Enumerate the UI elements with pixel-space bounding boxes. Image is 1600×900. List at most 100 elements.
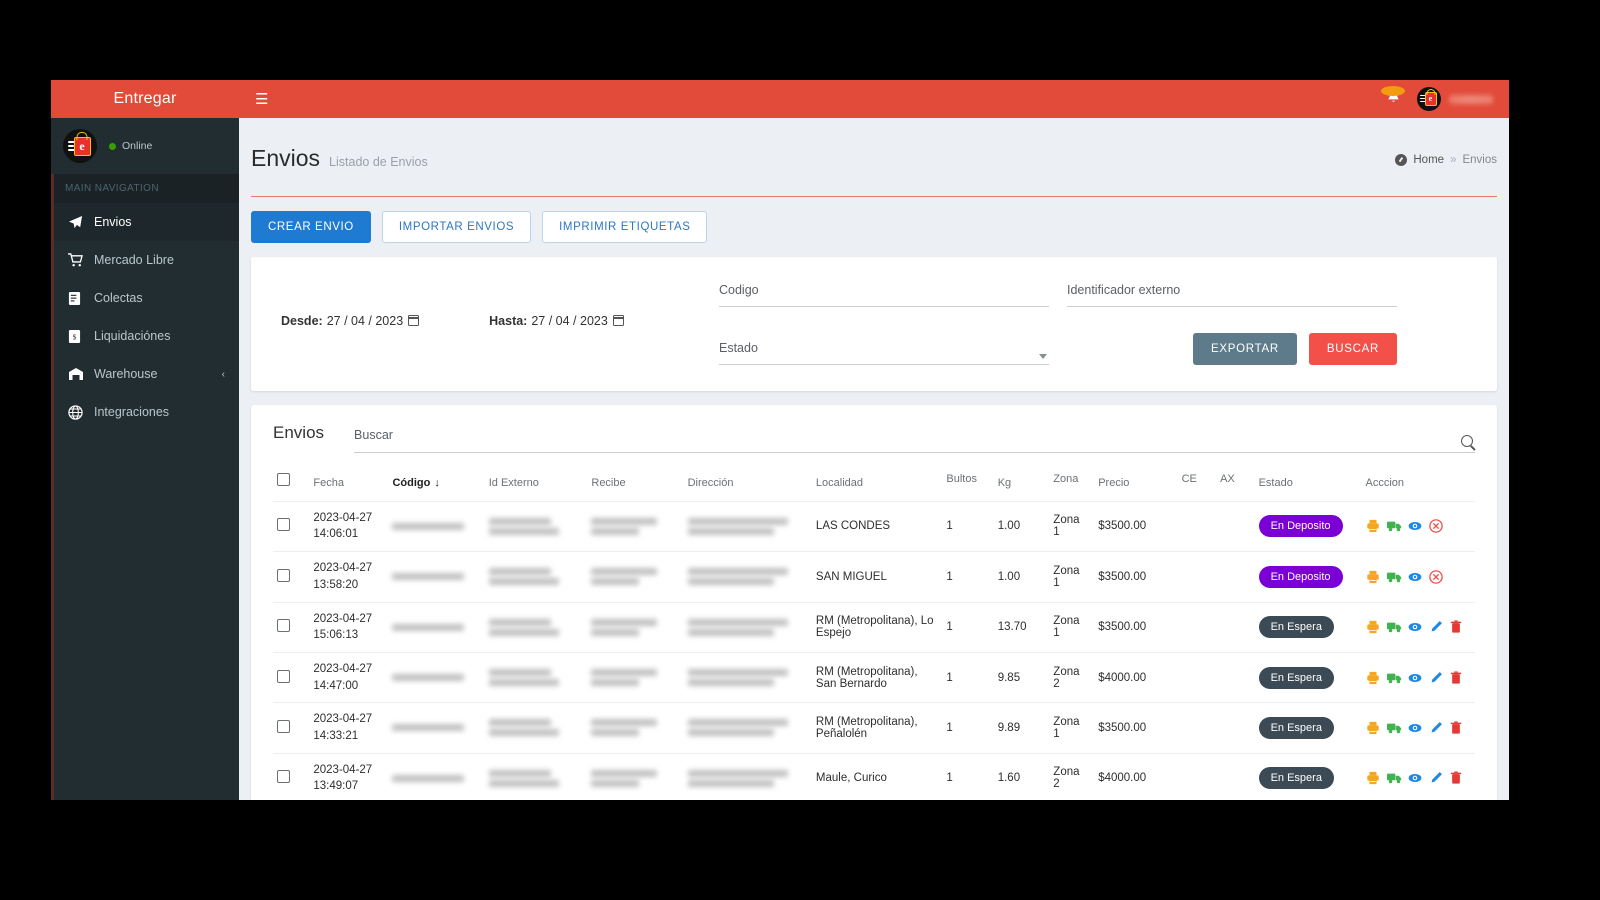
- eye-icon[interactable]: [1408, 570, 1422, 584]
- eye-icon[interactable]: [1408, 620, 1422, 634]
- cancel-circle-icon[interactable]: [1429, 519, 1443, 533]
- identificador-externo-field[interactable]: Identificador externo: [1067, 283, 1397, 307]
- truck-icon[interactable]: [1387, 721, 1401, 735]
- importar-envios-button[interactable]: IMPORTAR ENVIOS: [382, 211, 531, 243]
- print-icon[interactable]: [1366, 519, 1380, 533]
- buscar-button[interactable]: BUSCAR: [1309, 333, 1397, 365]
- row-checkbox[interactable]: [277, 720, 290, 733]
- cell-recibe: [587, 602, 683, 652]
- user-menu[interactable]: e: [1417, 87, 1493, 111]
- hamburger-icon[interactable]: ☰: [255, 90, 268, 108]
- table-search-field[interactable]: Buscar: [354, 428, 1475, 453]
- table-toolbar: Envios Buscar: [273, 423, 1475, 453]
- edit-icon[interactable]: [1429, 771, 1443, 785]
- crear-envio-button[interactable]: CREAR ENVIO: [251, 211, 371, 243]
- table-row[interactable]: 2023-04-2713:58:20SAN MIGUEL11.00Zona1$3…: [273, 552, 1475, 602]
- row-checkbox[interactable]: [277, 518, 290, 531]
- header-fecha[interactable]: Fecha: [309, 467, 388, 502]
- header-zona[interactable]: Zona: [1049, 467, 1094, 502]
- calendar-icon[interactable]: [408, 315, 419, 326]
- cell-recibe: [587, 501, 683, 551]
- cell-codigo: [388, 703, 484, 753]
- header-codigo[interactable]: Código↓: [388, 467, 484, 502]
- brand-logo[interactable]: Entregar: [51, 80, 239, 118]
- print-icon[interactable]: [1366, 671, 1380, 685]
- print-icon[interactable]: [1366, 620, 1380, 634]
- eye-icon[interactable]: [1408, 519, 1422, 533]
- sidebar-item-colectas[interactable]: Colectas: [51, 279, 239, 317]
- header-localidad[interactable]: Localidad: [812, 467, 942, 502]
- table-row[interactable]: 2023-04-2714:33:21RM (Metropolitana), Pe…: [273, 703, 1475, 753]
- estado-select[interactable]: Estado: [719, 341, 1049, 365]
- redacted-text: [591, 528, 639, 535]
- globe-icon: [68, 405, 90, 420]
- eye-icon[interactable]: [1408, 771, 1422, 785]
- header-precio[interactable]: Precio: [1094, 467, 1177, 502]
- cell-direccion: [684, 652, 812, 702]
- redacted-text: [591, 780, 639, 787]
- cancel-circle-icon[interactable]: [1429, 570, 1443, 584]
- header-estado[interactable]: Estado: [1255, 467, 1362, 502]
- eye-icon[interactable]: [1408, 671, 1422, 685]
- exportar-button[interactable]: EXPORTAR: [1193, 333, 1297, 365]
- truck-icon[interactable]: [1387, 671, 1401, 685]
- table-row[interactable]: 2023-04-2714:06:01LAS CONDES11.00Zona1$3…: [273, 501, 1475, 551]
- sidebar-item-mercado-libre[interactable]: Mercado Libre: [51, 241, 239, 279]
- sidebar-item-integraciones[interactable]: Integraciones: [51, 393, 239, 431]
- table-search-underline[interactable]: [354, 452, 1475, 453]
- chevron-down-icon[interactable]: [1039, 354, 1047, 359]
- truck-icon[interactable]: [1387, 771, 1401, 785]
- cell-fecha: 2023-04-2714:33:21: [309, 703, 388, 753]
- table-row[interactable]: 2023-04-2715:06:13RM (Metropolitana), Lo…: [273, 602, 1475, 652]
- cell-estado: En Espera: [1255, 602, 1362, 652]
- truck-icon[interactable]: [1387, 570, 1401, 584]
- print-icon[interactable]: [1366, 721, 1380, 735]
- calendar-icon[interactable]: [613, 315, 624, 326]
- eye-icon[interactable]: [1408, 721, 1422, 735]
- sidebar-item-warehouse[interactable]: Warehouse ‹: [51, 355, 239, 393]
- header-ce[interactable]: CE: [1178, 467, 1216, 502]
- search-icon[interactable]: [1461, 435, 1473, 447]
- header-id-externo[interactable]: Id Externo: [485, 467, 588, 502]
- trash-icon[interactable]: [1450, 671, 1464, 685]
- table-row[interactable]: 2023-04-2713:49:07Maule, Curico11.60Zona…: [273, 753, 1475, 800]
- truck-icon[interactable]: [1387, 519, 1401, 533]
- header-recibe[interactable]: Recibe: [587, 467, 683, 502]
- estado-label: Estado: [719, 341, 1049, 355]
- redacted-text: [688, 770, 788, 777]
- desde-field[interactable]: Desde:27 / 04 / 2023: [281, 314, 419, 328]
- edit-icon[interactable]: [1429, 671, 1443, 685]
- truck-icon[interactable]: [1387, 620, 1401, 634]
- print-icon[interactable]: [1366, 771, 1380, 785]
- table-row[interactable]: 2023-04-2714:47:00RM (Metropolitana), Sa…: [273, 652, 1475, 702]
- select-all-checkbox[interactable]: [277, 473, 290, 486]
- row-select-cell: [273, 703, 309, 753]
- edit-icon[interactable]: [1429, 721, 1443, 735]
- print-icon[interactable]: [1366, 570, 1380, 584]
- codigo-field[interactable]: Codigo: [719, 283, 1049, 307]
- row-checkbox[interactable]: [277, 569, 290, 582]
- breadcrumb-home[interactable]: Home: [1413, 154, 1444, 166]
- row-checkbox[interactable]: [277, 670, 290, 683]
- header-bultos[interactable]: Bultos: [942, 467, 993, 502]
- identificador-input-underline[interactable]: [1067, 306, 1397, 307]
- header-kg[interactable]: Kg: [994, 467, 1050, 502]
- trash-icon[interactable]: [1450, 620, 1464, 634]
- trash-icon[interactable]: [1450, 771, 1464, 785]
- cell-kg: 13.70: [994, 602, 1050, 652]
- estado-select-underline[interactable]: [719, 364, 1049, 365]
- sidebar-item-label: Colectas: [94, 291, 143, 305]
- sidebar-item-envios[interactable]: Envios: [51, 203, 239, 241]
- edit-icon[interactable]: [1429, 620, 1443, 634]
- trash-icon[interactable]: [1450, 721, 1464, 735]
- row-checkbox[interactable]: [277, 770, 290, 783]
- codigo-input-underline[interactable]: [719, 306, 1049, 307]
- row-checkbox[interactable]: [277, 619, 290, 632]
- bell-icon[interactable]: [1386, 89, 1401, 109]
- cell-estado: En Deposito: [1255, 501, 1362, 551]
- header-direccion[interactable]: Dirección: [684, 467, 812, 502]
- imprimir-etiquetas-button[interactable]: IMPRIMIR ETIQUETAS: [542, 211, 707, 243]
- sidebar-item-liquidaciones[interactable]: $ Liquidaciónes: [51, 317, 239, 355]
- hasta-field[interactable]: Hasta:27 / 04 / 2023: [489, 314, 624, 328]
- header-ax[interactable]: AX: [1216, 467, 1254, 502]
